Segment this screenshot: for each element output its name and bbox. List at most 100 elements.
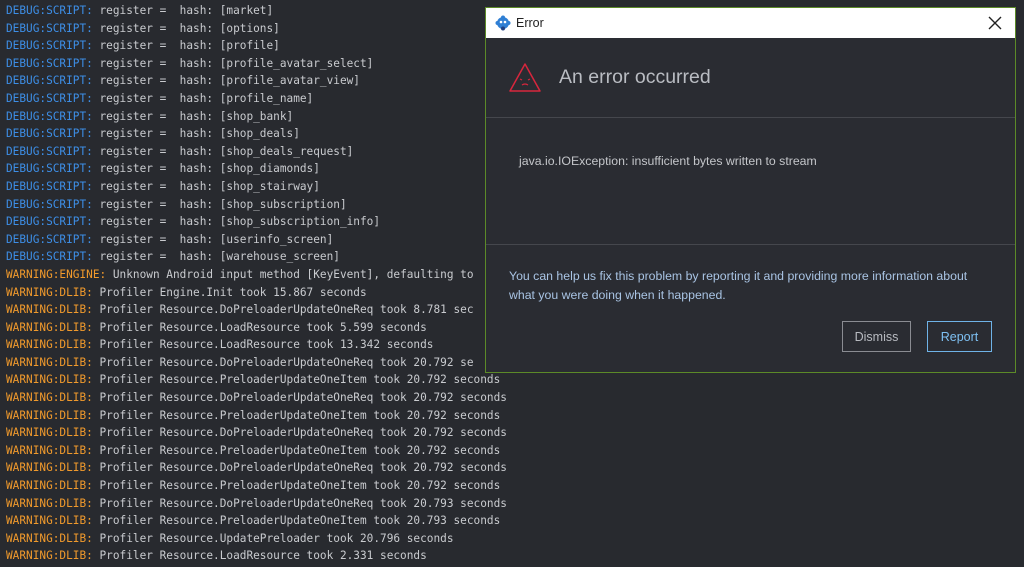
log-message: register = hash: [shop_subscription_info…	[92, 215, 381, 229]
log-line: WARNING:DLIB: Profiler Resource.Preloade…	[6, 477, 507, 495]
log-level-prefix: DEBUG:SCRIPT:	[6, 91, 93, 105]
log-level-prefix: WARNING:DLIB:	[6, 514, 93, 528]
log-message: register = hash: [warehouse_screen]	[92, 250, 340, 264]
log-level-prefix: DEBUG:SCRIPT:	[6, 109, 93, 123]
log-message: register = hash: [shop_diamonds]	[92, 162, 320, 176]
error-dialog: Error An error occurred java.io.IOExcept…	[485, 7, 1016, 373]
log-level-prefix: DEBUG:SCRIPT:	[6, 74, 93, 88]
log-level-prefix: DEBUG:SCRIPT:	[6, 215, 93, 229]
log-line: DEBUG:SCRIPT: register = hash: [shop_dea…	[6, 125, 507, 143]
dialog-header: An error occurred	[486, 38, 1015, 118]
log-level-prefix: DEBUG:SCRIPT:	[6, 39, 93, 53]
log-level-prefix: WARNING:DLIB:	[6, 443, 93, 457]
log-level-prefix: WARNING:DLIB:	[6, 408, 93, 422]
error-message-area: java.io.IOException: insufficient bytes …	[486, 118, 1015, 245]
defold-logo-icon	[495, 15, 511, 31]
log-level-prefix: WARNING:DLIB:	[6, 426, 93, 440]
log-line: WARNING:DLIB: Profiler Resource.DoPreloa…	[6, 495, 507, 513]
log-message: register = hash: [market]	[92, 4, 274, 17]
dialog-titlebar: Error	[486, 8, 1015, 38]
log-level-prefix: WARNING:DLIB:	[6, 285, 93, 299]
log-level-prefix: WARNING:DLIB:	[6, 461, 93, 475]
log-level-prefix: WARNING:DLIB:	[6, 531, 93, 545]
log-line: WARNING:DLIB: Profiler Resource.DoPreloa…	[6, 459, 507, 477]
log-message: Profiler Resource.PreloaderUpdateOneItem…	[92, 408, 501, 422]
log-level-prefix: WARNING:DLIB:	[6, 355, 93, 369]
log-line: WARNING:ENGINE: Unknown Android input me…	[6, 266, 507, 284]
log-line: WARNING:DLIB: Profiler Resource.DoPreloa…	[6, 301, 507, 319]
log-line: WARNING:DLIB: Profiler Engine.Init took …	[6, 284, 507, 302]
log-level-prefix: WARNING:ENGINE:	[6, 267, 107, 281]
log-message: Profiler Resource.LoadResource took 2.33…	[92, 549, 427, 563]
log-message: register = hash: [shop_stairway]	[92, 179, 320, 193]
log-line: WARNING:DLIB: Profiler Resource.LoadReso…	[6, 319, 507, 337]
log-line: WARNING:DLIB: Profiler Resource.Preloade…	[6, 407, 507, 425]
log-line: DEBUG:SCRIPT: register = hash: [options]	[6, 20, 507, 38]
log-message: register = hash: [profile_avatar_view]	[92, 74, 361, 88]
log-line: DEBUG:SCRIPT: register = hash: [shop_sta…	[6, 178, 507, 196]
log-message: Profiler Resource.PreloaderUpdateOneItem…	[92, 479, 501, 493]
log-line: DEBUG:SCRIPT: register = hash: [shop_sub…	[6, 213, 507, 231]
log-level-prefix: WARNING:DLIB:	[6, 479, 93, 493]
close-icon[interactable]	[985, 13, 1005, 33]
log-level-prefix: WARNING:DLIB:	[6, 320, 93, 334]
log-line: WARNING:DLIB: Profiler Resource.LoadReso…	[6, 336, 507, 354]
error-message: java.io.IOException: insufficient bytes …	[519, 154, 817, 168]
log-line: WARNING:DLIB: Profiler Resource.DoPreloa…	[6, 354, 507, 372]
log-message: Profiler Resource.LoadResource took 5.59…	[92, 320, 427, 334]
log-line: WARNING:DLIB: Profiler Resource.Preloade…	[6, 512, 507, 530]
log-message: Profiler Resource.PreloaderUpdateOneItem…	[92, 373, 501, 387]
log-message: register = hash: [profile_avatar_select]	[92, 56, 374, 70]
log-line: WARNING:DLIB: Profiler Resource.DoPreloa…	[6, 389, 507, 407]
log-line: DEBUG:SCRIPT: register = hash: [market]	[6, 2, 507, 20]
console-log: DEBUG:SCRIPT: register = hash: [market] D…	[6, 2, 507, 565]
log-level-prefix: DEBUG:SCRIPT:	[6, 197, 93, 211]
log-message: Profiler Resource.PreloaderUpdateOneItem…	[92, 514, 501, 528]
log-message: Profiler Engine.Init took 15.867 seconds	[92, 285, 367, 299]
log-line: DEBUG:SCRIPT: register = hash: [shop_ban…	[6, 108, 507, 126]
log-message: register = hash: [shop_subscription]	[92, 197, 347, 211]
log-level-prefix: DEBUG:SCRIPT:	[6, 162, 93, 176]
log-message: Unknown Android input method [KeyEvent],…	[106, 267, 474, 281]
log-level-prefix: DEBUG:SCRIPT:	[6, 250, 93, 264]
dismiss-button[interactable]: Dismiss	[842, 321, 911, 352]
log-line: WARNING:DLIB: Profiler Resource.Preloade…	[6, 442, 507, 460]
log-line: DEBUG:SCRIPT: register = hash: [userinfo…	[6, 231, 507, 249]
dialog-title: Error	[516, 16, 544, 30]
log-message: Profiler Resource.DoPreloaderUpdateOneRe…	[92, 426, 507, 440]
log-message: register = hash: [shop_bank]	[92, 109, 294, 123]
log-level-prefix: WARNING:DLIB:	[6, 373, 93, 387]
log-level-prefix: DEBUG:SCRIPT:	[6, 4, 93, 17]
log-level-prefix: WARNING:DLIB:	[6, 496, 93, 510]
log-line: DEBUG:SCRIPT: register = hash: [shop_dia…	[6, 160, 507, 178]
error-heading: An error occurred	[559, 66, 711, 88]
log-message: Profiler Resource.DoPreloaderUpdateOneRe…	[92, 461, 507, 475]
log-line: DEBUG:SCRIPT: register = hash: [profile_…	[6, 55, 507, 73]
log-message: register = hash: [options]	[92, 21, 280, 35]
log-level-prefix: DEBUG:SCRIPT:	[6, 56, 93, 70]
log-message: Profiler Resource.DoPreloaderUpdateOneRe…	[92, 391, 507, 405]
log-level-prefix: WARNING:DLIB:	[6, 549, 93, 563]
log-message: register = hash: [shop_deals]	[92, 127, 300, 141]
log-line: DEBUG:SCRIPT: register = hash: [profile_…	[6, 90, 507, 108]
help-text: You can help us fix this problem by repo…	[509, 269, 968, 302]
sad-warning-triangle-icon	[509, 62, 541, 92]
report-button[interactable]: Report	[927, 321, 992, 352]
log-line: DEBUG:SCRIPT: register = hash: [shop_sub…	[6, 196, 507, 214]
log-message: Profiler Resource.UpdatePreloader took 2…	[92, 531, 454, 545]
log-line: WARNING:DLIB: Profiler Resource.UpdatePr…	[6, 530, 507, 548]
log-message: register = hash: [shop_deals_request]	[92, 144, 354, 158]
log-line: WARNING:DLIB: Profiler Resource.DoPreloa…	[6, 424, 507, 442]
log-level-prefix: DEBUG:SCRIPT:	[6, 179, 93, 193]
log-level-prefix: WARNING:DLIB:	[6, 303, 93, 317]
log-message: Profiler Resource.LoadResource took 13.3…	[92, 338, 434, 352]
log-level-prefix: DEBUG:SCRIPT:	[6, 232, 93, 246]
log-level-prefix: WARNING:DLIB:	[6, 338, 93, 352]
log-level-prefix: WARNING:DLIB:	[6, 391, 93, 405]
log-message: Profiler Resource.DoPreloaderUpdateOneRe…	[92, 496, 507, 510]
log-message: Profiler Resource.PreloaderUpdateOneItem…	[92, 443, 501, 457]
log-line: WARNING:DLIB: Profiler Resource.Preloade…	[6, 371, 507, 389]
log-level-prefix: DEBUG:SCRIPT:	[6, 144, 93, 158]
log-line: DEBUG:SCRIPT: register = hash: [shop_dea…	[6, 143, 507, 161]
log-message: Profiler Resource.DoPreloaderUpdateOneRe…	[92, 303, 474, 317]
